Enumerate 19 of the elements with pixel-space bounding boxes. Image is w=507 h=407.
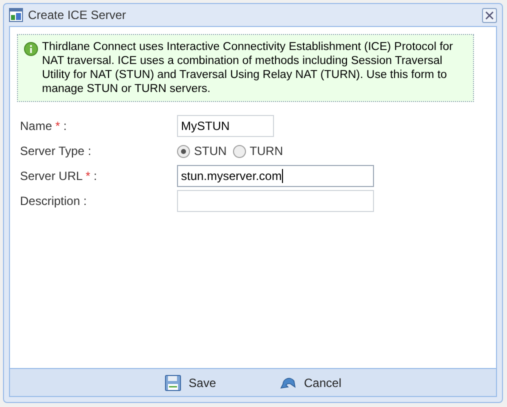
input-field[interactable] bbox=[177, 190, 374, 212]
window-icon bbox=[9, 8, 23, 22]
window-title: Create ICE Server bbox=[28, 7, 126, 24]
field-label: Name * : bbox=[20, 118, 68, 135]
close-icon bbox=[485, 10, 494, 20]
save-button[interactable]: Save bbox=[162, 374, 218, 392]
field-label: Description : bbox=[20, 193, 88, 210]
radio-button[interactable] bbox=[177, 144, 190, 158]
input-field[interactable]: MySTUN bbox=[177, 115, 274, 137]
radio-option[interactable]: STUN bbox=[177, 142, 227, 160]
info-icon bbox=[24, 42, 38, 56]
field-label: Server Type : bbox=[20, 143, 92, 160]
cancel-button[interactable]: Cancel bbox=[278, 374, 344, 392]
close-button[interactable] bbox=[482, 8, 497, 22]
radio-option[interactable]: TURN bbox=[232, 142, 283, 160]
radio-button[interactable] bbox=[232, 144, 246, 158]
input-field[interactable]: stun.myserver.com bbox=[177, 165, 374, 187]
field-label: Server URL * : bbox=[20, 168, 98, 185]
info-text: Thirdlane Connect uses Interactive Connectivity Establishment (ICE) Protocol for NAT traversal. ICE uses a combination of methods including Session Traversal Utility for NAT (STUN) and Traversal Using Relay NAT (TURN). Use this form to manage STUN or TURN servers. bbox=[42, 40, 454, 96]
